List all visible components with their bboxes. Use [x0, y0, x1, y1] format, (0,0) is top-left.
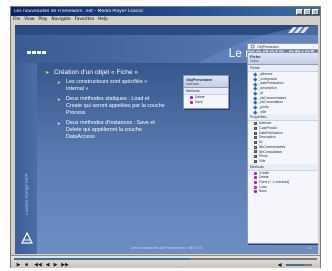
bullet-sub: ➤ Deux méthodes statiques : Load et Crea…	[57, 96, 170, 117]
window-title: Les nouveautés de Framework .net - Media…	[14, 9, 144, 14]
method-icon	[254, 171, 257, 175]
property-icon	[254, 155, 257, 159]
header-dots-decoration	[27, 51, 47, 54]
fiche-class-kind: Class	[250, 59, 259, 63]
interface-box: ObjPersistant Interface Methods Delete S…	[183, 75, 229, 109]
bullet-sub: ➤ Les constructeurs sont spécifiés « Int…	[57, 79, 170, 93]
step-forward-button[interactable]: ▶	[52, 262, 59, 268]
method-name: Save	[195, 99, 203, 104]
stop-button[interactable]: ■	[23, 262, 30, 268]
step-back-button[interactable]: ◀	[44, 262, 51, 268]
method-name: Save	[259, 189, 267, 194]
field-icon	[253, 72, 258, 77]
menu-help[interactable]: Help	[98, 17, 108, 22]
presenter-logo-icon	[21, 231, 33, 244]
properties-section: Properties	[248, 114, 318, 122]
bullet-sub-text: Les constructeurs sont spécifiés « Inter…	[66, 79, 148, 92]
minimize-button[interactable]: _	[296, 8, 303, 15]
field-icon	[253, 77, 258, 81]
field-icon	[253, 91, 258, 95]
interface-lollipop-icon	[250, 44, 255, 49]
bullet-arrow-icon: ➤	[57, 80, 61, 85]
seek-bar[interactable]	[14, 258, 317, 260]
property-name: Ville	[259, 158, 266, 163]
field-icon	[253, 96, 258, 100]
interface-header: ObjPersistant Interface	[184, 76, 228, 88]
property-icon	[254, 145, 257, 149]
property-icon	[254, 122, 257, 126]
field-icon	[253, 86, 258, 91]
property-icon	[254, 126, 257, 130]
slide-side-text: Laurent Kempé MVP	[24, 173, 29, 215]
slide-footer: Les nouveautés de Framework .NET 2.0	[130, 245, 203, 250]
property-icon	[254, 136, 257, 140]
inheritance-label: ObjPersistant	[247, 43, 318, 50]
menu-view[interactable]: View	[24, 17, 34, 22]
speaker-glyph	[278, 262, 282, 268]
media-player-window: Les nouveautés de Framework .net - Media…	[10, 6, 321, 268]
bullet-sub-text: Deux méthodes statiques : Load et Create…	[66, 96, 165, 116]
bullet-arrow-icon: ➤	[45, 70, 50, 76]
method-icon	[254, 190, 257, 194]
inheritance-label-text: ObjPersistant	[257, 44, 279, 49]
method-icon	[254, 185, 257, 189]
volume-slider-fill	[286, 264, 305, 266]
close-button[interactable]: ×	[312, 8, 319, 15]
fiche-class-header: Fiche Class	[248, 53, 318, 65]
methods-section: Methods	[248, 163, 318, 171]
speaker-icon[interactable]	[278, 262, 284, 268]
field-icon	[253, 100, 258, 105]
field-icon	[253, 110, 258, 114]
slide-page-number: 12	[307, 245, 312, 250]
seek-bar-fill	[14, 258, 190, 260]
maximize-button[interactable]: □	[304, 8, 311, 15]
video-frame[interactable]: Le modèle objet Laurent Kempé MVP ➤ Créa…	[15, 25, 318, 254]
menu-file[interactable]: File	[13, 17, 20, 22]
player-controls: ▶ ■ ◀◀ ◀ ▶ ▶▶	[11, 255, 320, 268]
interface-methods-section: Methods	[184, 88, 228, 95]
menu-favorites[interactable]: Favorites	[75, 17, 94, 22]
slide-bullet-list: ➤ Création d'un objet « Fiche » ➤ Les co…	[45, 69, 170, 144]
method-icon	[254, 180, 257, 184]
property-icon	[254, 131, 257, 135]
play-button[interactable]: ▶	[15, 262, 22, 268]
bullet-main-text: Création d'un objet « Fiche »	[54, 69, 139, 76]
menu-navigate[interactable]: Navigate	[51, 17, 70, 22]
fields-section: Fields	[248, 65, 318, 72]
bullet-arrow-icon: ➤	[57, 97, 61, 102]
bullet-sub-text: Deux méthodes d'instances : Save et Dele…	[66, 120, 155, 140]
next-button[interactable]: ▶▶	[60, 262, 70, 268]
field-icon	[253, 81, 258, 86]
property-icon	[254, 140, 257, 144]
method-row: Save	[248, 189, 318, 194]
volume-slider[interactable]	[286, 264, 312, 266]
field-icon	[253, 105, 258, 110]
interface-kind: Interface	[186, 82, 200, 86]
property-icon	[254, 159, 257, 163]
bullet-main: ➤ Création d'un objet « Fiche »	[45, 69, 170, 76]
method-row: Save	[184, 100, 228, 105]
menu-bar: File View Play Navigate Favorites Help	[11, 16, 320, 23]
title-bar[interactable]: Les nouveautés de Framework .net - Media…	[11, 7, 320, 16]
method-icon	[254, 176, 257, 180]
bullet-arrow-icon: ➤	[57, 121, 61, 126]
field-name: _ville	[258, 109, 267, 114]
menu-play[interactable]: Play	[38, 17, 47, 22]
method-icon	[190, 100, 193, 104]
property-icon	[254, 150, 257, 154]
previous-button[interactable]: ◀◀	[33, 262, 43, 268]
method-icon	[190, 95, 193, 99]
fiche-class-box: Fiche Class Fields _adresse _codepostal …	[247, 52, 318, 244]
bullet-sub: ➤ Deux méthodes d'instances : Save et De…	[57, 120, 170, 141]
